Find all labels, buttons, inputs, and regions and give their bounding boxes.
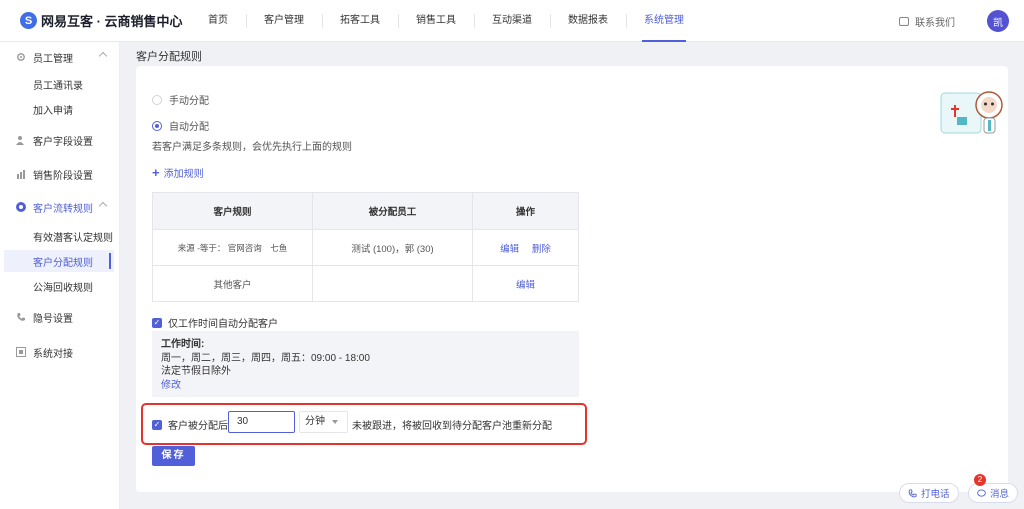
- avatar[interactable]: 凯: [987, 10, 1009, 32]
- top-bar: S 网易互客 · 云商销售中心 首页 客户管理 拓客工具 销售工具 互动渠道 数…: [0, 0, 1024, 42]
- nav-home[interactable]: 首页: [190, 0, 246, 42]
- work-hours-checkbox[interactable]: ✓: [152, 317, 162, 328]
- table-row: 其他客户 编辑: [152, 265, 579, 302]
- nav-system[interactable]: 系统管理: [626, 0, 702, 42]
- contact-us-link[interactable]: 联系我们: [899, 14, 955, 29]
- radio-manual[interactable]: [152, 94, 162, 105]
- auto-assign-label: 自动分配: [169, 122, 209, 133]
- rule-values: 官网咨询 七鱼: [227, 242, 288, 253]
- sidebar-item-join-requests[interactable]: 加入申请: [4, 98, 114, 120]
- rule-cell: 其他客户: [152, 265, 313, 302]
- chevron-up-icon: [98, 201, 108, 211]
- table-header-row: 客户规则 被分配员工 操作: [152, 192, 579, 230]
- actions-cell: 编辑 删除: [472, 229, 579, 266]
- reassign-minutes-input[interactable]: 30: [228, 411, 295, 433]
- messages-label: 消息: [990, 489, 1010, 500]
- brand-name: 网易互客 · 云商销售中心: [41, 14, 183, 29]
- time-unit-select[interactable]: 分钟: [299, 411, 348, 433]
- manual-assign-option[interactable]: 手动分配: [152, 92, 209, 107]
- work-time-holiday: 法定节假日除外: [161, 366, 231, 377]
- save-button[interactable]: 保存: [152, 446, 195, 466]
- priority-hint: 若客户满足多条规则，会优先执行上面的规则: [152, 142, 352, 153]
- sidebar-item-label: 客户字段设置: [33, 136, 93, 148]
- sidebar: 员工管理 员工通讯录 加入申请 客户字段设置 销售阶段设置 客户流转规则 有效潜…: [0, 42, 120, 509]
- reassign-checkbox[interactable]: ✓: [152, 419, 162, 430]
- flow-icon: [16, 202, 26, 212]
- rules-table: 客户规则 被分配员工 操作 来源 -等于： 官网咨询 七鱼 测试 (100)，郭…: [152, 192, 579, 302]
- nav-channels[interactable]: 互动渠道: [474, 0, 550, 42]
- staff-cell: [312, 265, 473, 302]
- sidebar-item-label: 系统对接: [33, 348, 73, 360]
- time-unit-value: 分钟: [305, 416, 325, 427]
- plus-icon: +: [152, 164, 160, 180]
- col-header-rule: 客户规则: [152, 192, 313, 230]
- add-rule-button[interactable]: + 添加规则: [152, 164, 204, 181]
- gear-icon: [17, 53, 25, 61]
- col-header-actions: 操作: [472, 192, 579, 230]
- brand[interactable]: S 网易互客 · 云商销售中心: [20, 11, 183, 30]
- edit-rule-button[interactable]: 编辑: [500, 244, 519, 255]
- sidebar-item-staff[interactable]: 员工管理: [0, 46, 120, 68]
- auto-assign-option[interactable]: 自动分配: [152, 118, 209, 133]
- call-button[interactable]: 打电话: [899, 483, 959, 503]
- sidebar-item-potential-rule[interactable]: 有效潜客认定规则: [4, 225, 114, 247]
- staff-cell: 测试 (100)，郭 (30): [312, 229, 473, 266]
- rule-cell: 来源 -等于： 官网咨询 七鱼: [152, 229, 313, 266]
- table-row: 来源 -等于： 官网咨询 七鱼 测试 (100)，郭 (30) 编辑 删除: [152, 229, 579, 266]
- sidebar-item-pool-rule[interactable]: 公海回收规则: [4, 275, 114, 297]
- edit-work-time-link[interactable]: 修改: [161, 379, 570, 393]
- work-time-days: 周一，周二，周三，周四，周五：09:00 - 18:00: [161, 352, 370, 364]
- sidebar-item-integration[interactable]: 系统对接: [0, 341, 120, 363]
- sidebar-item-sales-stage[interactable]: 销售阶段设置: [0, 163, 120, 185]
- brand-logo-icon: S: [20, 12, 37, 29]
- work-hours-label: 仅工作时间自动分配客户: [168, 319, 278, 330]
- sidebar-item-label: 客户流转规则: [33, 203, 93, 215]
- message-count-badge: 2: [974, 474, 986, 486]
- sidebar-item-customer-flow[interactable]: 客户流转规则: [0, 196, 120, 218]
- rule-prefix: 来源 -等于：: [177, 242, 226, 253]
- bar-chart-icon: [17, 170, 25, 179]
- reassign-label: 客户被分配后: [168, 421, 228, 432]
- nav-reports[interactable]: 数据报表: [550, 0, 626, 42]
- radio-auto[interactable]: [152, 120, 162, 131]
- sidebar-item-privacy[interactable]: 隐号设置: [0, 306, 120, 328]
- sidebar-item-staff-directory[interactable]: 员工通讯录: [4, 73, 114, 95]
- edit-rule-button[interactable]: 编辑: [516, 280, 535, 291]
- delete-rule-button[interactable]: 删除: [532, 244, 551, 255]
- nav-sales-tools[interactable]: 销售工具: [398, 0, 474, 42]
- work-time-box: 工作时间: 周一，周二，周三，周四，周五：09:00 - 18:00 法定节假日…: [152, 331, 579, 397]
- nav-prospecting[interactable]: 拓客工具: [322, 0, 398, 42]
- main-nav: 首页 客户管理 拓客工具 销售工具 互动渠道 数据报表 系统管理: [190, 0, 702, 42]
- messages-button[interactable]: 消息: [968, 483, 1019, 503]
- phone-icon: [17, 313, 25, 321]
- sidebar-item-assign-rule[interactable]: 客户分配规则: [4, 250, 114, 272]
- manual-assign-label: 手动分配: [169, 96, 209, 107]
- caret-down-icon: [332, 420, 338, 424]
- actions-cell: 编辑: [472, 265, 579, 302]
- work-hours-only-option[interactable]: ✓ 仅工作时间自动分配客户: [152, 315, 278, 330]
- message-icon: [977, 488, 986, 497]
- user-icon: [16, 136, 24, 145]
- reassign-description: 未被跟进，将被回收到待分配客户池重新分配: [352, 421, 552, 432]
- reassign-option[interactable]: ✓ 客户被分配后: [152, 417, 228, 432]
- chat-icon: [899, 17, 909, 26]
- page-title: 客户分配规则: [136, 51, 202, 63]
- sidebar-item-label: 销售阶段设置: [33, 170, 93, 182]
- phone-icon: [908, 488, 917, 497]
- mascot-illustration: [940, 91, 1003, 134]
- contact-us-label: 联系我们: [915, 18, 955, 29]
- nav-customers[interactable]: 客户管理: [246, 0, 322, 42]
- sidebar-item-label: 隐号设置: [33, 313, 73, 325]
- col-header-staff: 被分配员工: [312, 192, 473, 230]
- work-time-title: 工作时间:: [161, 339, 205, 350]
- chevron-up-icon: [98, 51, 108, 61]
- sidebar-item-label: 员工管理: [33, 53, 73, 65]
- add-rule-label: 添加规则: [163, 169, 204, 180]
- rules-card: 手动分配 自动分配 若客户满足多条规则，会优先执行上面的规则 + 添加规则 客户…: [136, 66, 1008, 492]
- plug-icon: [16, 347, 26, 357]
- call-label: 打电话: [921, 489, 950, 500]
- sidebar-item-customer-fields[interactable]: 客户字段设置: [0, 129, 120, 151]
